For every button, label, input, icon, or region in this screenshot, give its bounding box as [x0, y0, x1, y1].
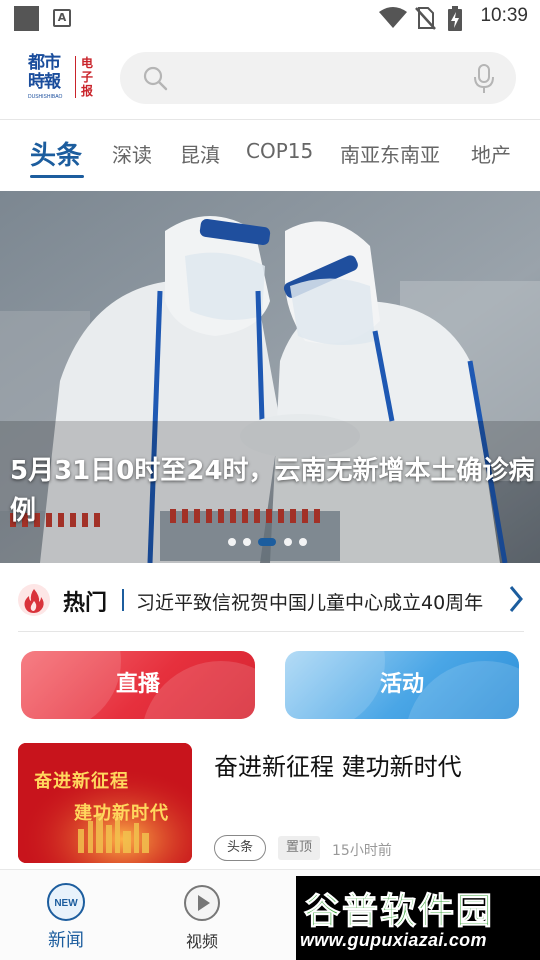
- watermark-title: 谷普软件园: [303, 891, 495, 933]
- search-icon[interactable]: [142, 65, 168, 91]
- active-tab-indicator: [30, 175, 84, 178]
- article-card[interactable]: 奋进新征程 建功新时代 奋进新征程 建功新时代 头条 置顶 15小时前: [0, 733, 540, 868]
- article-tag: 头条: [214, 835, 266, 861]
- app-square-icon: [14, 6, 39, 31]
- status-bar: A 10:39: [0, 0, 540, 36]
- carousel-dot[interactable]: [243, 538, 251, 546]
- channel-tabs: 头条 深读 昆滇 COP15 南亚东南亚 地产: [0, 121, 540, 191]
- logo-main-text: 都市時報: [28, 53, 61, 92]
- battery-charging-icon: [448, 6, 462, 31]
- hot-news-bar[interactable]: 热门 习近平致信祝贺中国儿童中心成立40周年: [18, 570, 524, 632]
- live-button-label: 直播: [115, 672, 160, 697]
- logo-side-text: 电子报: [81, 56, 94, 98]
- tab-deep-read[interactable]: 深读: [112, 139, 152, 168]
- carousel-dot-active[interactable]: [258, 538, 276, 546]
- clock: 10:39: [480, 5, 528, 26]
- hot-divider: [122, 589, 124, 611]
- nav-video[interactable]: 视频: [162, 870, 242, 960]
- wifi-icon: [379, 7, 407, 28]
- hero-banner[interactable]: 5月31日0时至24时，云南无新增本土确诊病例: [0, 191, 540, 563]
- tab-kundian[interactable]: 昆滇: [180, 139, 220, 168]
- nav-news[interactable]: NEW 新闻: [26, 870, 106, 960]
- app-logo[interactable]: 都市時報 DUSHISHIBAO 电子报: [28, 54, 102, 104]
- carousel-dot[interactable]: [299, 538, 307, 546]
- play-circle-icon: [184, 885, 220, 921]
- tab-south-asia[interactable]: 南亚东南亚: [340, 139, 440, 168]
- watermark: 谷普软件园 www.gupuxiazai.com: [296, 876, 540, 960]
- tab-real-estate[interactable]: 地产: [471, 139, 511, 168]
- watermark-url: www.gupuxiazai.com: [300, 930, 487, 950]
- logo-divider: [75, 56, 76, 98]
- hot-label: 热门: [63, 591, 108, 616]
- hero-title[interactable]: 5月31日0时至24时，云南无新增本土确诊病例: [10, 451, 535, 531]
- nav-news-label: 新闻: [48, 930, 84, 951]
- article-title[interactable]: 奋进新征程 建功新时代: [214, 747, 524, 782]
- mic-icon[interactable]: [474, 64, 494, 94]
- tab-headline[interactable]: 头条: [30, 135, 82, 172]
- article-time: 15小时前: [332, 843, 392, 859]
- header: 都市時報 DUSHISHIBAO 电子报: [0, 36, 540, 120]
- thumbnail-text-line2: 建功新时代: [74, 803, 169, 824]
- search-bar[interactable]: [120, 52, 516, 104]
- thumbnail-text-line1: 奋进新征程: [34, 771, 129, 792]
- nav-video-label: 视频: [185, 932, 218, 951]
- chevron-right-icon[interactable]: [508, 584, 524, 614]
- no-sim-icon: [415, 7, 436, 30]
- logo-sub-text: DUSHISHIBAO: [28, 94, 63, 100]
- news-new-icon: NEW: [47, 883, 85, 921]
- pinned-badge: 置顶: [278, 836, 320, 860]
- article-thumbnail[interactable]: 奋进新征程 建功新时代: [18, 743, 192, 863]
- live-button[interactable]: 直播: [21, 651, 255, 719]
- activity-button[interactable]: 活动: [285, 651, 519, 719]
- hot-headline[interactable]: 习近平致信祝贺中国儿童中心成立40周年: [136, 588, 496, 615]
- fire-icon: [18, 584, 50, 616]
- tab-cop15[interactable]: COP15: [246, 139, 313, 163]
- activity-button-label: 活动: [379, 672, 424, 697]
- a-notification-icon: A: [53, 9, 71, 27]
- carousel-dot[interactable]: [284, 538, 292, 546]
- carousel-dot[interactable]: [228, 538, 236, 546]
- svg-text:NEW: NEW: [54, 898, 78, 909]
- search-input[interactable]: [176, 52, 466, 104]
- bottom-nav: NEW 新闻 视频 谷普软件园 www.gupuxiazai.com: [0, 869, 540, 960]
